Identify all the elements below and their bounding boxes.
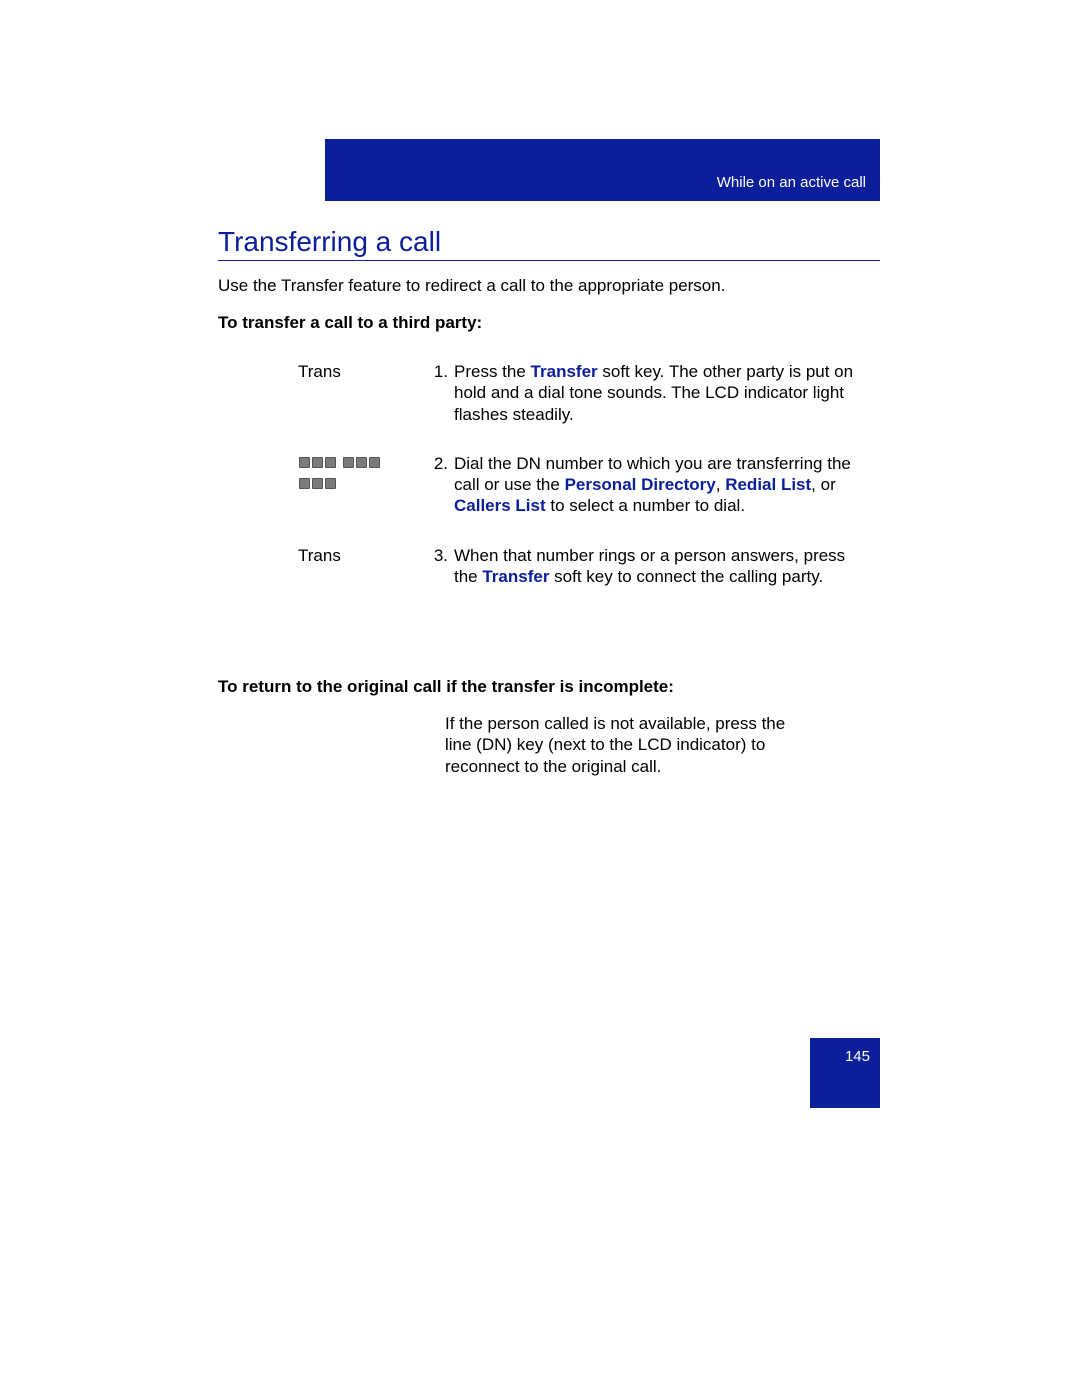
page-number-box: 145 <box>810 1038 880 1108</box>
step-1-keyword: Transfer <box>531 362 598 381</box>
step-1-left-label: Trans <box>298 361 418 382</box>
step-1-number: 1. <box>418 361 454 382</box>
intro-paragraph: Use the Transfer feature to redirect a c… <box>218 275 858 296</box>
document-page: While on an active call Transferring a c… <box>0 0 1080 1397</box>
step-2-mid-1: , <box>716 475 725 494</box>
step-3-keyword: Transfer <box>482 567 549 586</box>
step-2-post: to select a number to dial. <box>546 496 745 515</box>
subheading-return: To return to the original call if the tr… <box>218 676 674 697</box>
step-1: Trans 1. Press the Transfer soft key. Th… <box>298 361 858 425</box>
step-3: Trans 3. When that number rings or a per… <box>298 545 858 588</box>
step-2-text: Dial the DN number to which you are tran… <box>454 453 858 517</box>
steps-list: Trans 1. Press the Transfer soft key. Th… <box>298 361 858 587</box>
step-3-left-label: Trans <box>298 545 418 566</box>
page-number: 145 <box>845 1048 870 1067</box>
step-2-number: 2. <box>418 453 454 474</box>
step-3-post: soft key to connect the calling party. <box>549 567 823 586</box>
header-section-label: While on an active call <box>717 174 866 193</box>
step-1-text: Press the Transfer soft key. The other p… <box>454 361 858 425</box>
section-heading: Transferring a call <box>218 224 441 259</box>
step-2-mid-2: , or <box>811 475 836 494</box>
subheading-transfer: To transfer a call to a third party: <box>218 312 482 333</box>
return-paragraph: If the person called is not available, p… <box>445 713 805 777</box>
step-2-keyword-2: Redial List <box>725 475 811 494</box>
step-3-text: When that number rings or a person answe… <box>454 545 858 588</box>
step-2-left <box>298 453 418 496</box>
header-band: While on an active call <box>325 139 880 201</box>
step-1-pre: Press the <box>454 362 531 381</box>
step-2-keyword-3: Callers List <box>454 496 546 515</box>
keypad-icon <box>298 453 418 496</box>
step-2: 2. Dial the DN number to which you are t… <box>298 453 858 517</box>
step-3-number: 3. <box>418 545 454 566</box>
step-2-keyword-1: Personal Directory <box>565 475 716 494</box>
heading-rule <box>218 260 880 261</box>
